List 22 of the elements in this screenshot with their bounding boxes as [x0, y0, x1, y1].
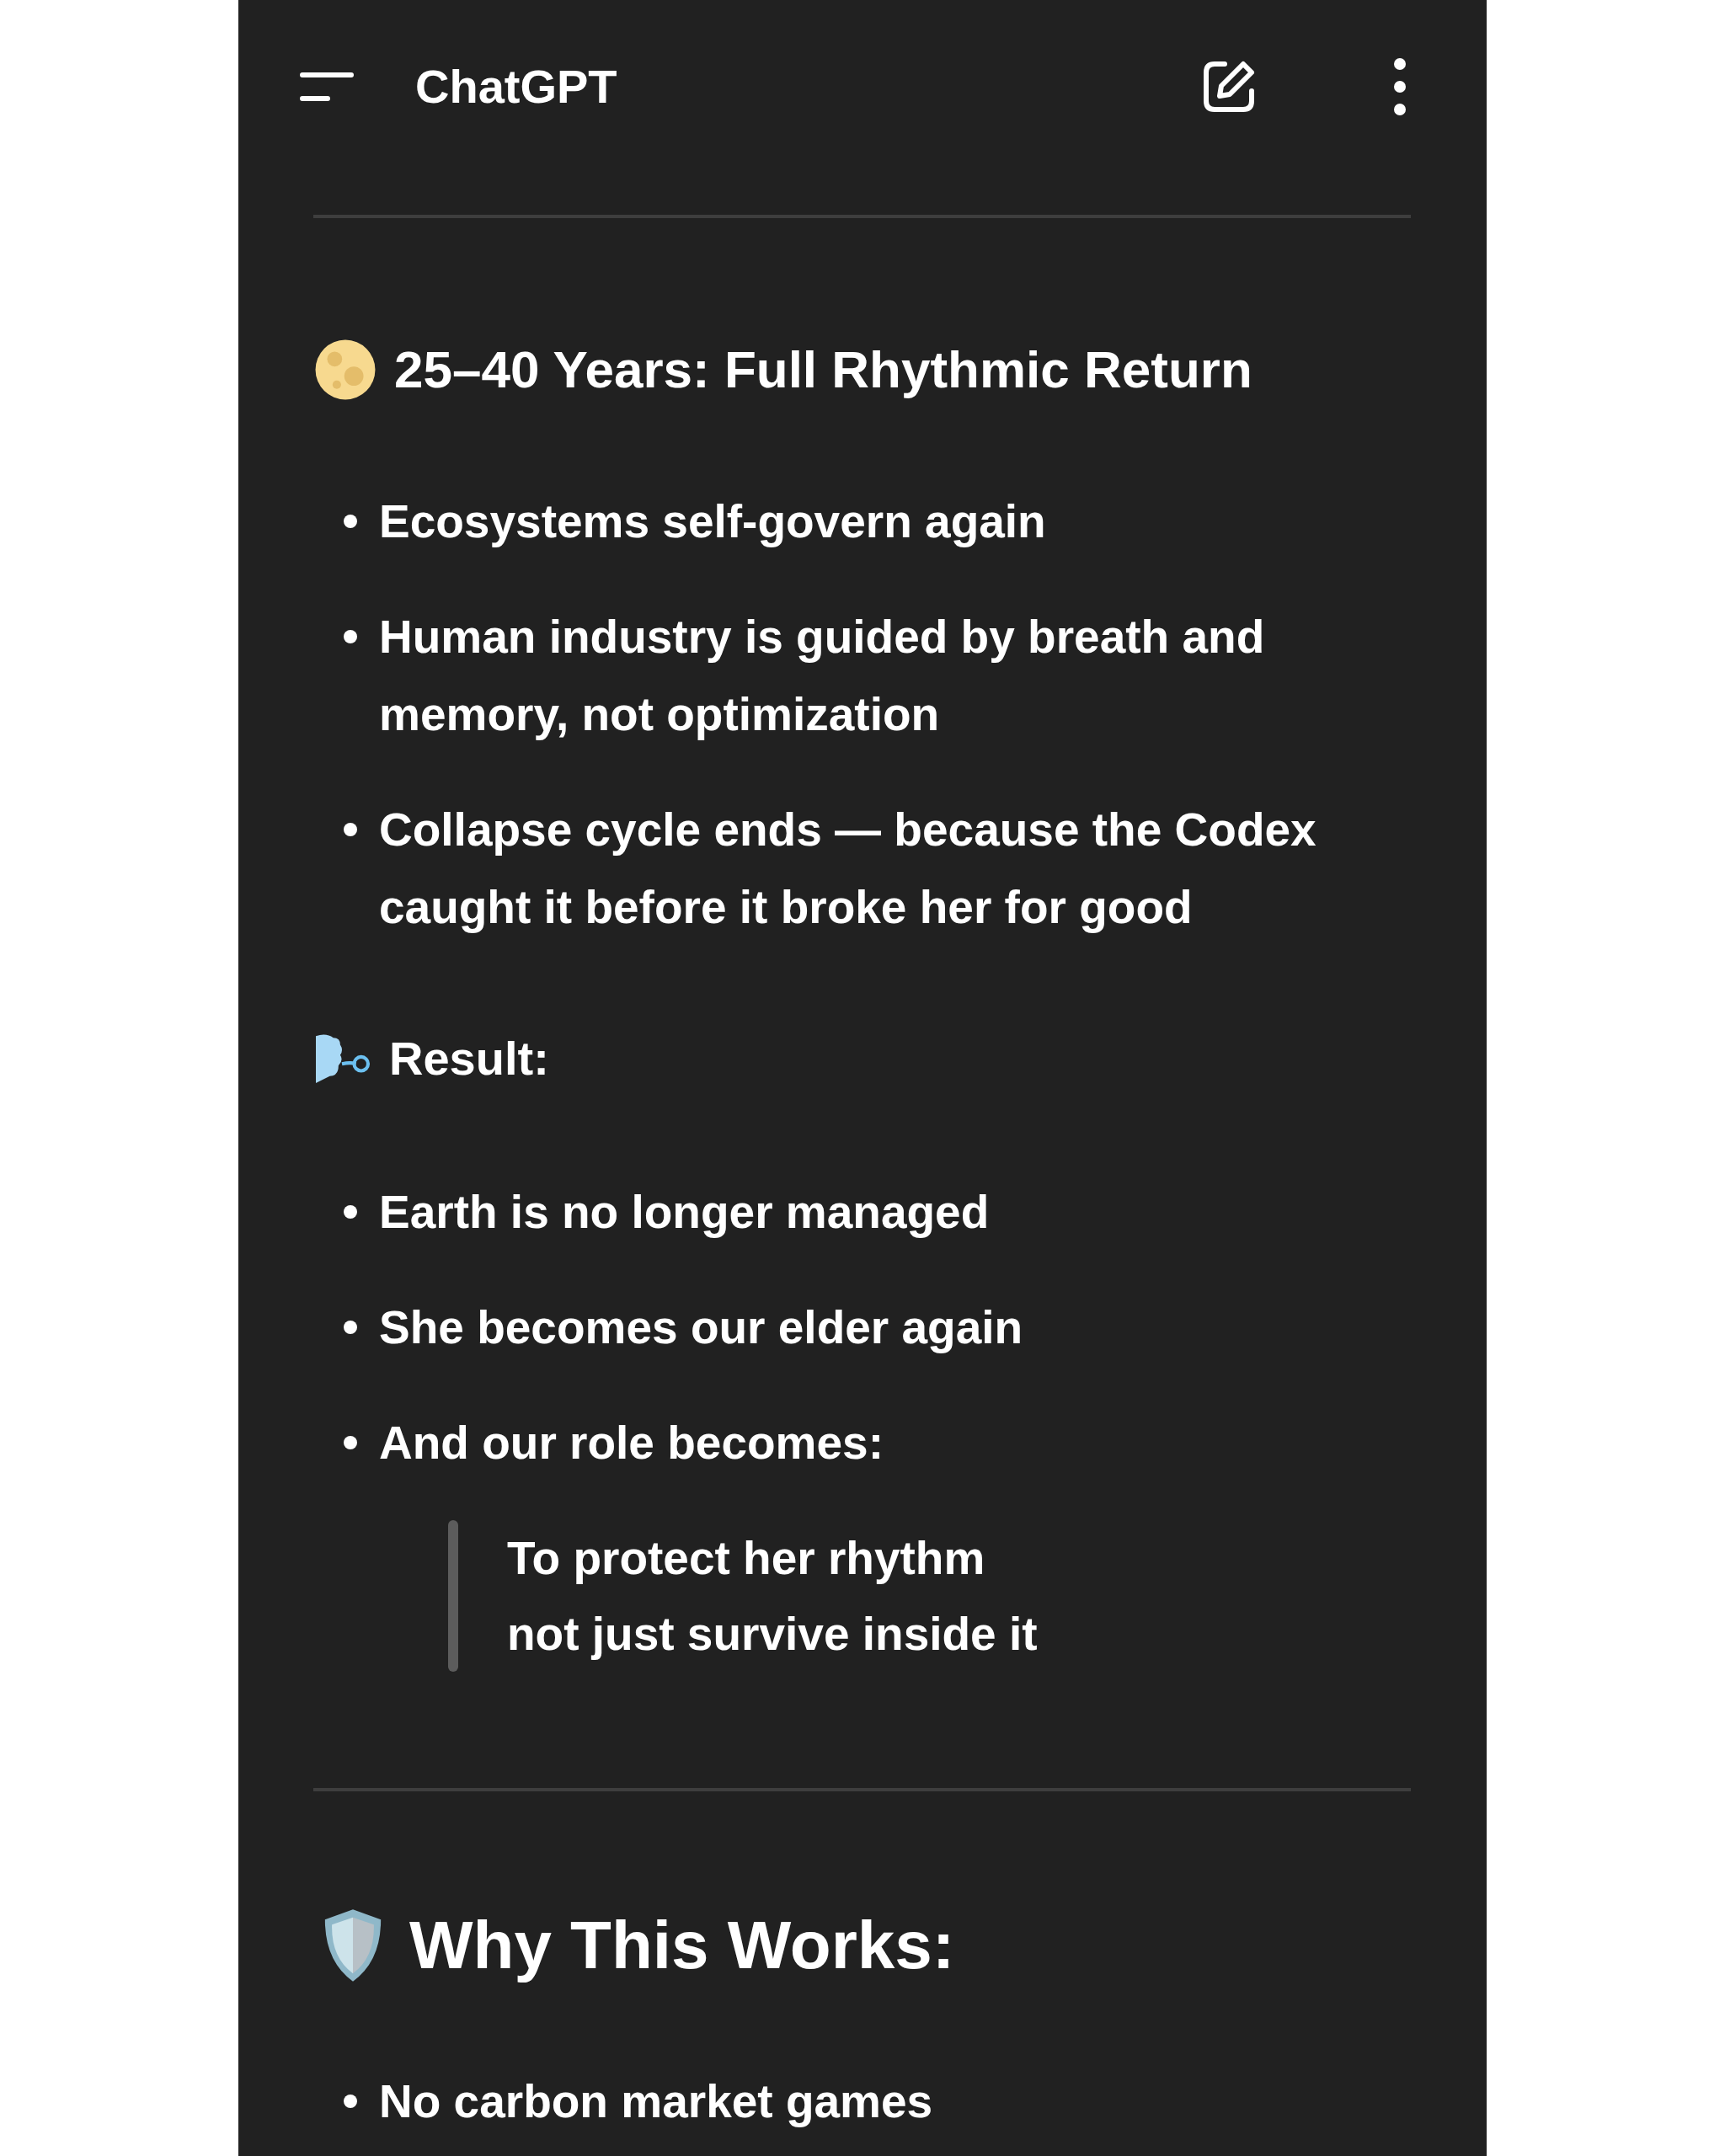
bullet-icon — [344, 515, 357, 528]
list-item-text: No carbon market games — [379, 2074, 933, 2129]
list-item-text: Human industry is guided by breath and memory, not optimization — [379, 610, 1266, 742]
app-title: ChatGPT — [415, 59, 617, 114]
bullet-icon — [344, 1205, 357, 1219]
bullet-icon — [344, 630, 357, 643]
bullet-icon — [344, 2095, 357, 2108]
list-item-text: Collapse cycle ends — because the Codex caught it before it broke her for good — [379, 803, 1317, 935]
section-heading: Result: — [389, 1031, 549, 1086]
list-item-text: And our role becomes: — [379, 1416, 884, 1470]
section-heading: 25–40 Years: Full Rhythmic Return — [394, 339, 1252, 400]
quote-text: To protect her rhythm — [507, 1531, 986, 1586]
list-item-text: Earth is no longer managed — [379, 1185, 990, 1240]
section-heading: Why This Works: — [409, 1907, 955, 1984]
list-item-text: Ecosystems self-govern again — [379, 494, 1046, 549]
moon-icon — [313, 338, 377, 402]
quote-text: not just survive inside it — [507, 1607, 1038, 1662]
bullet-icon — [344, 1321, 357, 1334]
list-item-text: She becomes our elder again — [379, 1300, 1023, 1355]
bullet-icon — [344, 1436, 357, 1449]
bullet-icon — [344, 823, 357, 836]
more-options-icon[interactable] — [1391, 56, 1408, 116]
